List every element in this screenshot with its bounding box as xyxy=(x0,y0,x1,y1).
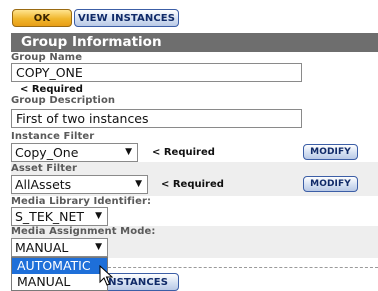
instance-filter-modify-button[interactable]: MODIFY xyxy=(303,144,358,160)
group-name-input[interactable]: COPY_ONE xyxy=(11,63,302,82)
asset-filter-required: < Required xyxy=(161,179,224,190)
instance-filter-required: < Required xyxy=(152,147,215,158)
media-library-label: Media Library Identifier: xyxy=(11,196,152,207)
section-header: Group Information xyxy=(11,33,378,52)
chevron-down-icon: ▼ xyxy=(95,242,102,252)
media-assignment-label: Media Assignment Mode: xyxy=(11,226,156,237)
chevron-down-icon: ▼ xyxy=(95,211,102,221)
dashed-divider xyxy=(108,267,378,268)
asset-filter-select[interactable]: AllAssets ▼ xyxy=(11,175,148,194)
chevron-down-icon: ▼ xyxy=(135,179,142,189)
instance-filter-value: Copy_One xyxy=(15,145,79,160)
group-description-label: Group Description xyxy=(11,95,116,106)
instance-filter-label: Instance Filter xyxy=(11,131,95,142)
media-assignment-dropdown[interactable]: AUTOMATIC MANUAL xyxy=(11,257,108,291)
group-description-input[interactable]: First of two instances xyxy=(11,109,302,128)
bottom-button-label: INSTANCES xyxy=(104,276,168,288)
media-library-select[interactable]: S_TEK_NET ▼ xyxy=(11,207,108,226)
media-assignment-select[interactable]: MANUAL ▼ xyxy=(11,238,108,257)
asset-filter-label: Asset Filter xyxy=(11,163,78,174)
group-name-required: < Required xyxy=(20,84,83,95)
option-automatic[interactable]: AUTOMATIC xyxy=(12,258,107,274)
option-manual[interactable]: MANUAL xyxy=(12,274,107,290)
ok-button[interactable]: OK xyxy=(12,9,72,27)
mouse-pointer-icon xyxy=(99,265,113,286)
asset-filter-value: AllAssets xyxy=(15,177,72,192)
media-library-value: S_TEK_NET xyxy=(15,209,85,224)
view-instances-button[interactable]: VIEW INSTANCES xyxy=(74,9,179,27)
chevron-down-icon: ▼ xyxy=(125,147,132,157)
media-assignment-value: MANUAL xyxy=(15,240,69,255)
asset-filter-modify-button[interactable]: MODIFY xyxy=(303,176,358,192)
group-name-label: Group Name xyxy=(11,52,83,63)
instance-filter-select[interactable]: Copy_One ▼ xyxy=(11,143,138,162)
